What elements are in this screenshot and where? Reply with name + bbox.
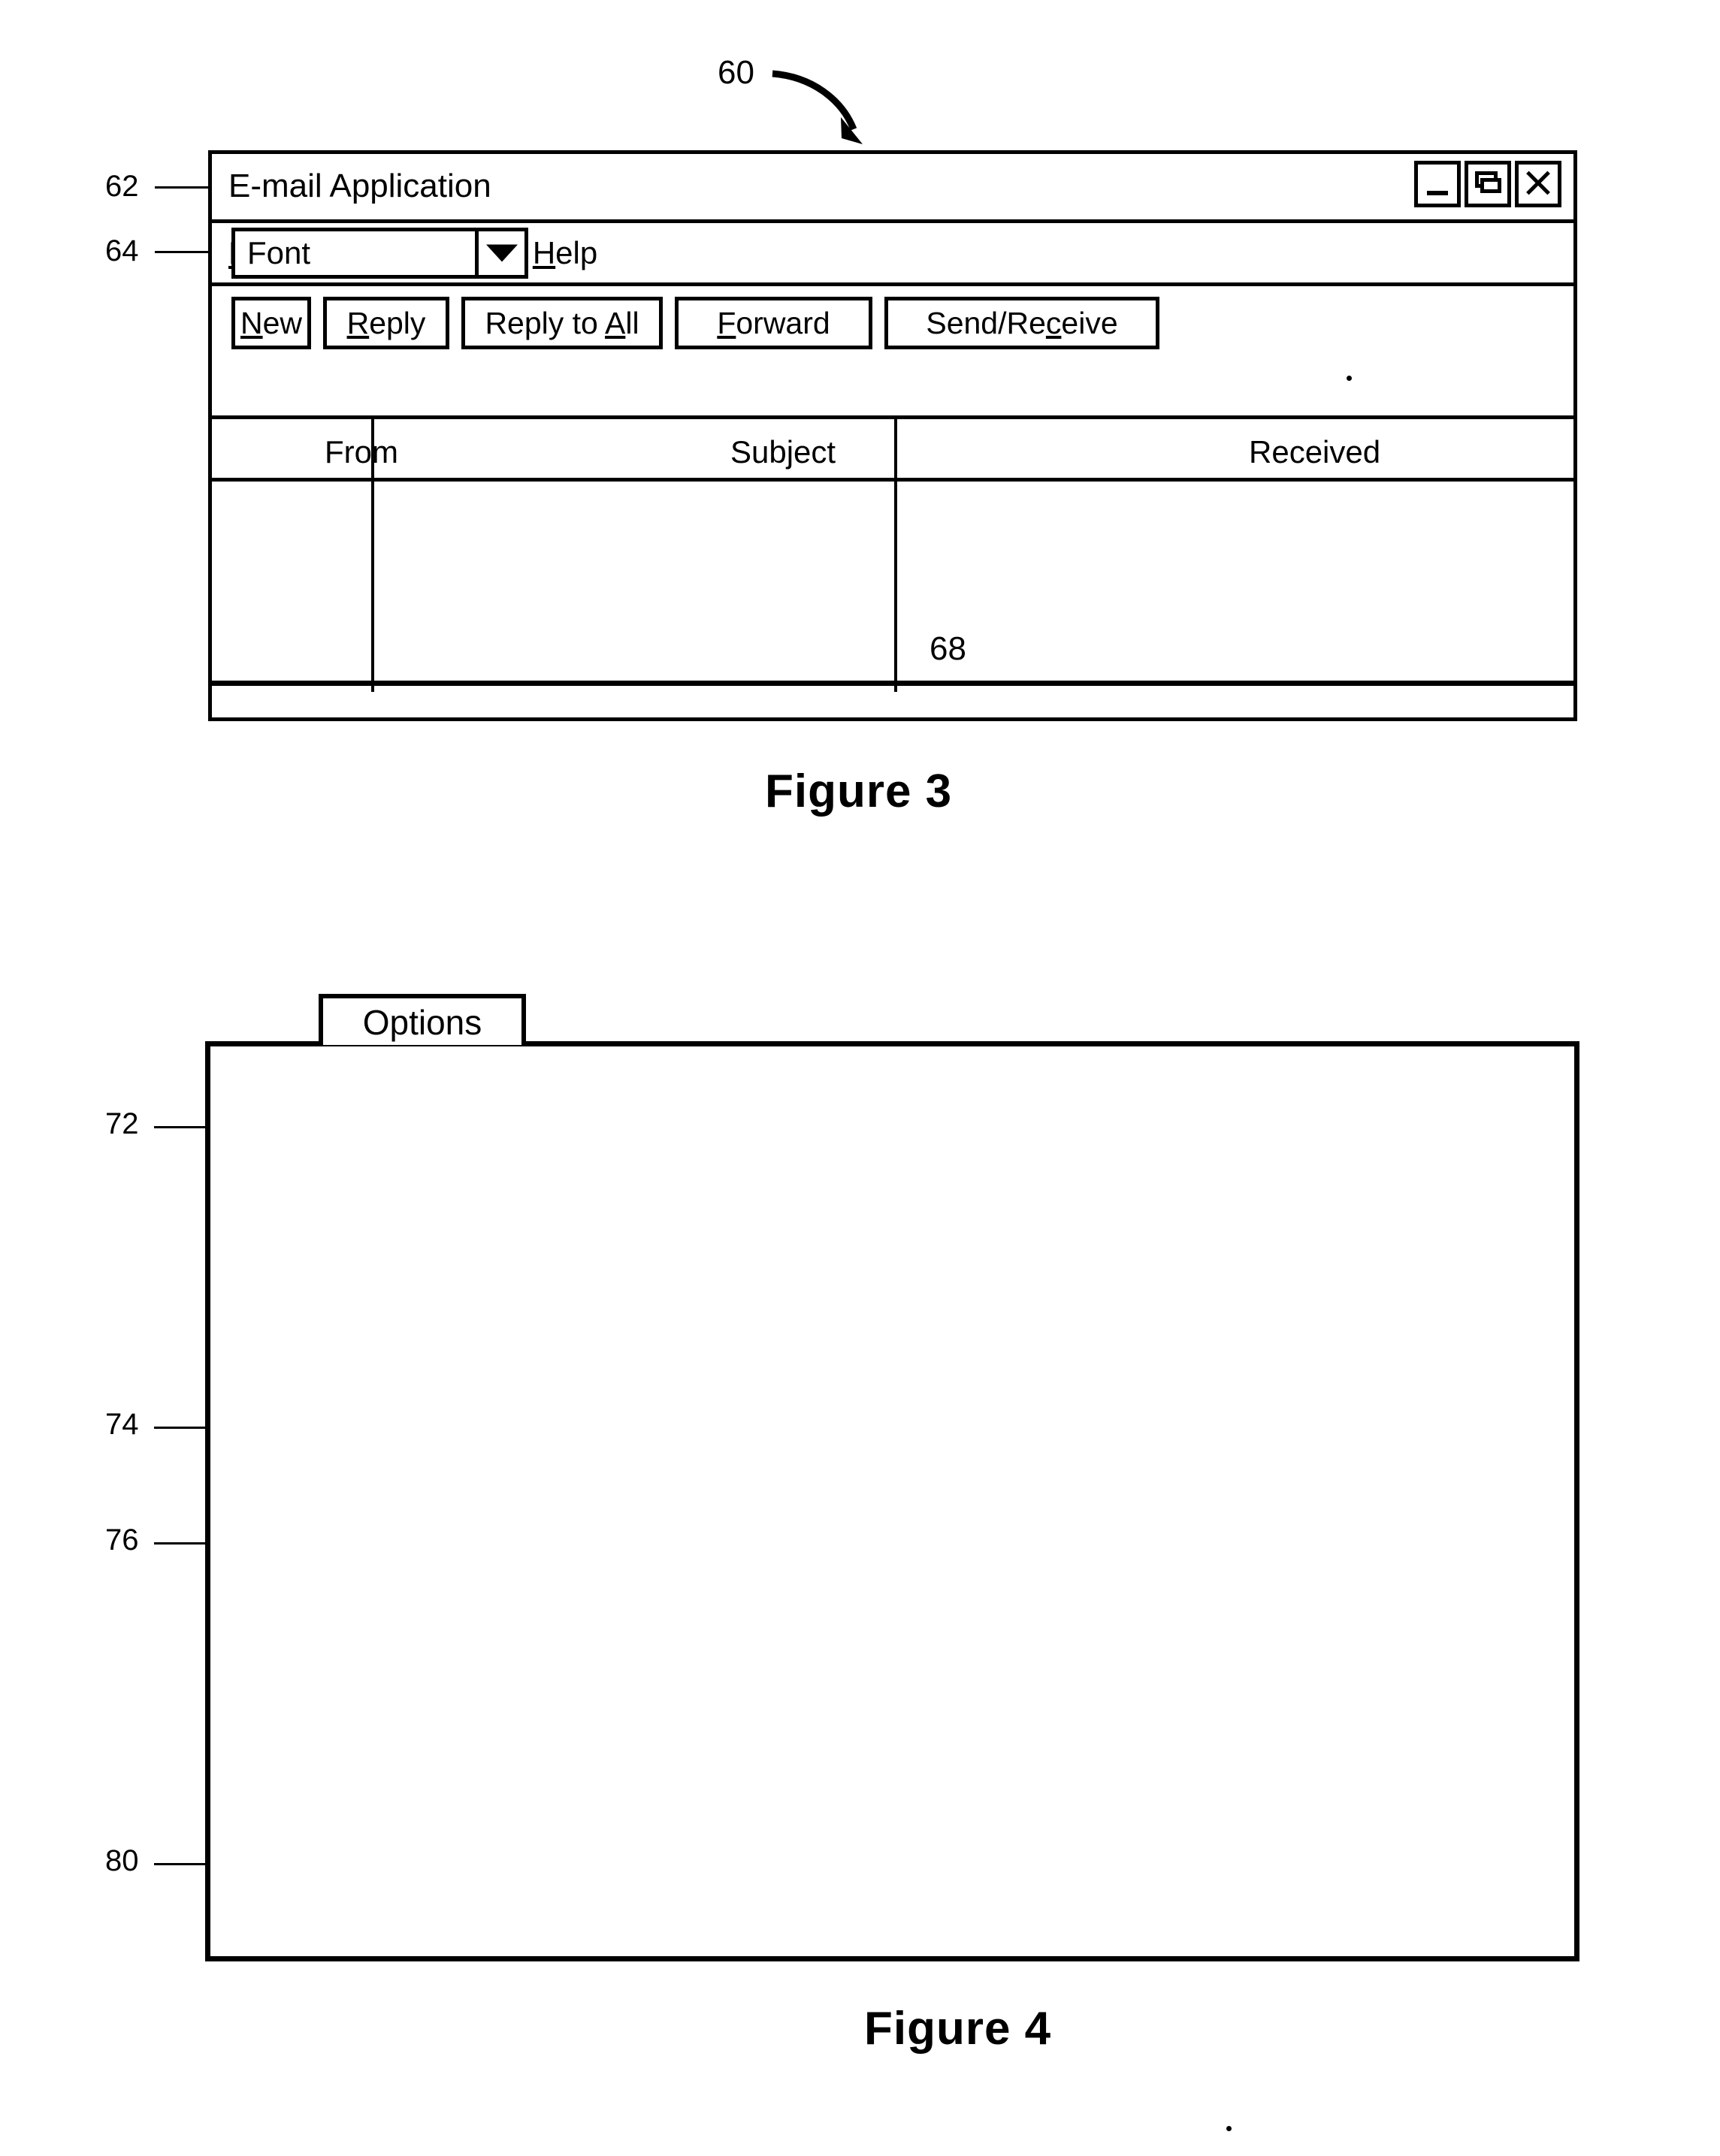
reference-60-arrow-icon: [772, 70, 863, 144]
scan-artifact-dot-3: [1226, 2126, 1232, 2131]
reference-numeral-74: 74: [105, 1408, 139, 1441]
reference-numeral-72: 72: [105, 1107, 139, 1140]
sendrec-pre: Send/Re: [926, 306, 1046, 340]
column-header-subject[interactable]: Subject: [730, 434, 836, 470]
tab-options[interactable]: Options: [319, 994, 526, 1045]
menu-help-rest: elp: [555, 234, 598, 270]
window-controls: [1414, 161, 1561, 207]
reply-post: eply: [369, 306, 426, 340]
replyall-post: ll: [625, 306, 639, 340]
reference-numeral-80: 80: [105, 1844, 139, 1877]
window-title: E-mail Application: [228, 168, 491, 204]
column-header-from[interactable]: From: [325, 434, 398, 470]
figure-3-caption: Figure 3: [765, 765, 953, 817]
new-button[interactable]: New: [231, 297, 311, 349]
font-combobox[interactable]: Font: [231, 228, 528, 279]
tab-options-label: Options: [362, 1003, 482, 1042]
font-combobox-value: Font: [247, 235, 311, 270]
new-accel: N: [240, 306, 263, 340]
email-application-window: E-mail Application File Edit Options Hel…: [208, 150, 1577, 721]
chevron-down-icon[interactable]: [475, 231, 524, 275]
reply-accel: R: [346, 306, 370, 340]
column-header-received[interactable]: Received: [1249, 434, 1380, 470]
patent-figure-sheet: 60 62 64 E-mail Application Help New Rep…: [0, 0, 1720, 2156]
column-divider-subject-received: [894, 415, 897, 692]
forward-post: orward: [736, 306, 830, 340]
menu-item-help[interactable]: Help: [533, 235, 597, 271]
options-panel: [205, 1041, 1579, 1961]
reference-numeral-60: 60: [718, 54, 754, 91]
toolbar: New Reply Reply to All Forward Send/Rece…: [212, 286, 1573, 349]
restore-button[interactable]: [1465, 161, 1511, 207]
sendrec-accel: c: [1045, 306, 1062, 340]
minimize-button[interactable]: [1414, 161, 1461, 207]
reply-to-all-button[interactable]: Reply to All: [461, 297, 663, 349]
reference-numeral-64: 64: [105, 234, 139, 267]
figure-4-caption: Figure 4: [864, 2003, 1052, 2055]
column-divider-from-subject: [371, 415, 374, 692]
replyall-pre: Reply to: [485, 306, 605, 340]
replyall-accel: A: [604, 306, 626, 340]
scan-artifact-dot: [1347, 376, 1352, 381]
close-icon: [1519, 165, 1558, 204]
restore-icon-front: [1480, 178, 1501, 193]
send-receive-button[interactable]: Send/Receive: [884, 297, 1159, 349]
leader-line-64: [155, 251, 209, 253]
reference-numeral-68: 68: [930, 630, 966, 667]
message-list-table: From Subject Received 68: [212, 415, 1573, 716]
window-title-bar: E-mail Application: [212, 154, 1573, 223]
forward-accel: F: [717, 306, 736, 340]
sendrec-post: eive: [1061, 306, 1118, 340]
reference-numeral-76: 76: [105, 1523, 139, 1557]
reference-numeral-62: 62: [105, 170, 139, 203]
toolbar-buttons-row: New Reply Reply to All Forward Send/Rece…: [231, 297, 1573, 349]
menu-help-accel: H: [532, 234, 556, 270]
message-list-body[interactable]: 68: [212, 482, 1573, 686]
leader-line-62: [155, 186, 209, 189]
minimize-icon: [1427, 191, 1448, 195]
forward-button[interactable]: Forward: [675, 297, 872, 349]
new-post: ew: [262, 306, 303, 340]
message-list-header-row: From Subject Received: [212, 415, 1573, 482]
reply-button[interactable]: Reply: [323, 297, 449, 349]
close-button[interactable]: [1515, 161, 1561, 207]
